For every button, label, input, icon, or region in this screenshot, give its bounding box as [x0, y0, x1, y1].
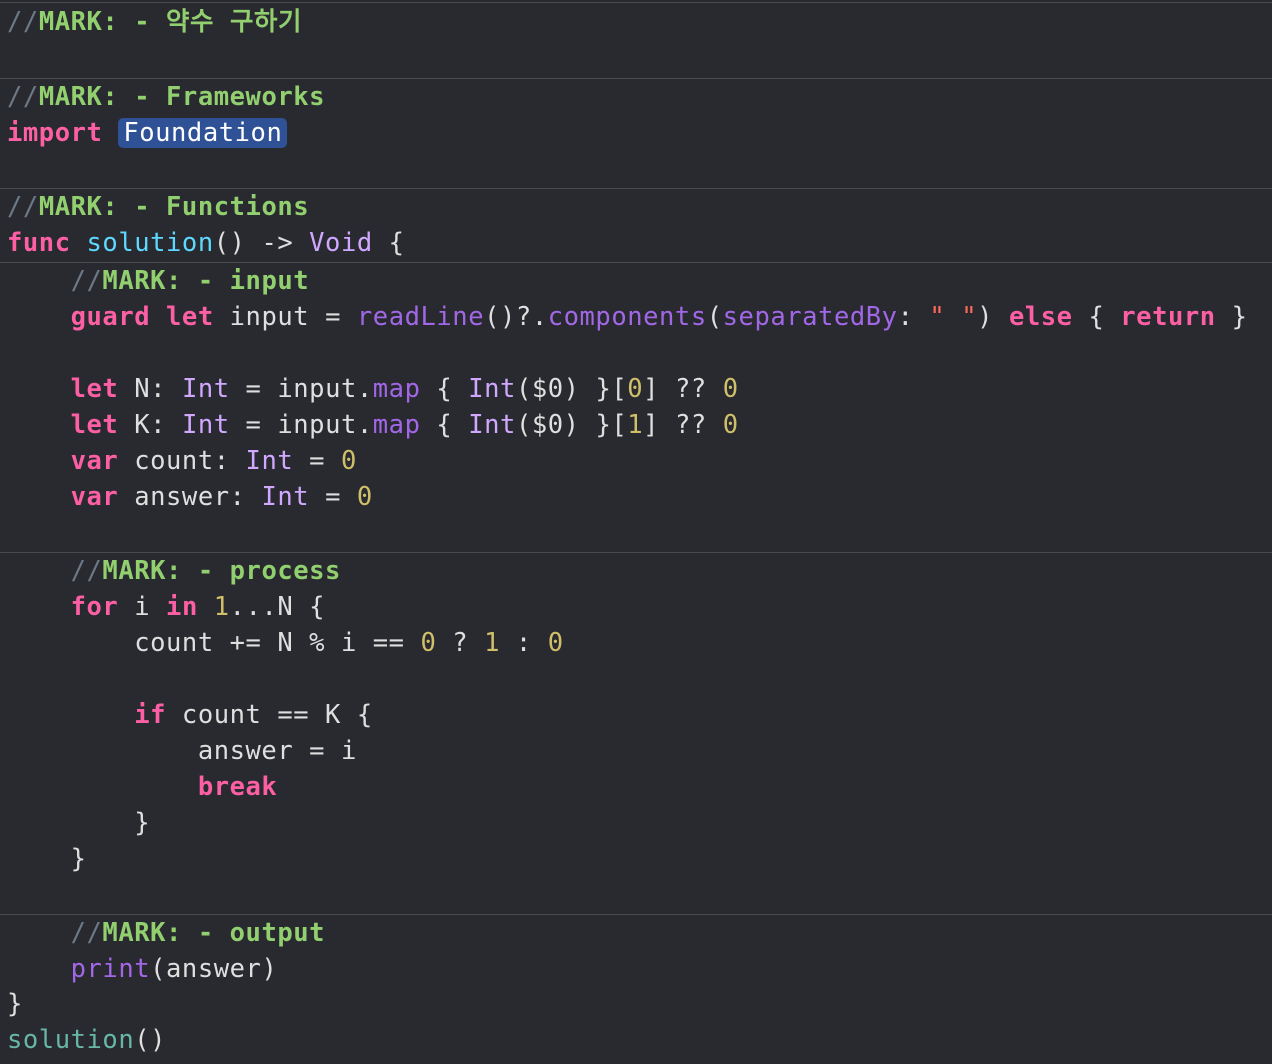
code-line-guard[interactable]: guard let input = readLine()?.components… [7, 299, 1248, 335]
number-literal: 0 [547, 628, 564, 658]
comment-slashes: // [7, 82, 39, 112]
number-literal: 0 [420, 628, 437, 658]
type-int: Int [468, 410, 516, 440]
keyword-func: func [7, 228, 71, 258]
number-literal: 1 [484, 628, 500, 658]
code-line-import[interactable]: import Foundation [7, 115, 288, 151]
keyword-return: return [1120, 302, 1216, 332]
keyword-in: in [166, 592, 198, 622]
call-map: map [372, 410, 421, 440]
keyword-let: let [70, 410, 119, 440]
number-literal: 0 [356, 482, 373, 512]
number-literal: 0 [722, 410, 739, 440]
code-line-count-update[interactable]: count += N % i == 0 ? 1 : 0 [7, 625, 564, 661]
return-type: Void [309, 228, 373, 258]
code-line-answer-assign[interactable]: answer = i [7, 733, 357, 769]
comment-slashes: // [7, 192, 39, 222]
code-line-break[interactable]: break [7, 769, 277, 805]
call-solution: solution [7, 1025, 135, 1055]
type-int: Int [468, 374, 516, 404]
code-line-mark-title[interactable]: //MARK: - 약수 구하기 [7, 4, 302, 40]
keyword-for: for [70, 592, 119, 622]
number-literal: 1 [213, 592, 230, 622]
comment-slashes: // [70, 266, 103, 296]
code-line-print[interactable]: print(answer) [7, 951, 277, 987]
mark-comment: MARK: - 약수 구하기 [38, 7, 302, 37]
number-literal: 0 [722, 374, 739, 404]
type-int: Int [181, 410, 230, 440]
keyword-else: else [1008, 302, 1073, 332]
number-literal: 0 [340, 446, 357, 476]
keyword-guard: guard [70, 302, 151, 332]
code-line-mark-functions[interactable]: //MARK: - Functions [7, 189, 309, 225]
code-line-close-if[interactable]: } [7, 805, 150, 841]
code-line-close-func[interactable]: } [7, 986, 23, 1022]
comment-slashes: // [7, 7, 39, 37]
type-int: Int [245, 446, 294, 476]
keyword-if: if [134, 700, 167, 730]
mark-comment: MARK: - input [102, 266, 310, 296]
param-label: separatedBy [722, 302, 898, 332]
call-print: print [70, 954, 151, 984]
string-literal: " " [929, 302, 978, 332]
selected-module-name[interactable]: Foundation [118, 118, 288, 148]
code-line-func-decl[interactable]: func solution() -> Void { [7, 225, 405, 261]
comment-slashes: // [70, 918, 103, 948]
comment-slashes: // [70, 556, 103, 586]
call-map: map [372, 374, 421, 404]
code-editor[interactable]: //MARK: - 약수 구하기 //MARK: - Frameworks im… [0, 0, 1272, 1064]
mark-comment: MARK: - output [102, 918, 326, 948]
code-line-let-n[interactable]: let N: Int = input.map { Int($0) }[0] ??… [7, 371, 739, 407]
line-separator [0, 2, 1272, 3]
keyword-break: break [197, 772, 278, 802]
code-line-for[interactable]: for i in 1...N { [7, 589, 325, 625]
mark-comment: MARK: - Functions [38, 192, 310, 222]
code-line-close-for[interactable]: } [7, 841, 87, 877]
keyword-var: var [70, 482, 119, 512]
number-literal: 1 [627, 410, 644, 440]
keyword-var: var [70, 446, 119, 476]
keyword-let: let [166, 302, 214, 332]
code-line-mark-process[interactable]: //MARK: - process [7, 553, 341, 589]
type-int: Int [261, 482, 310, 512]
code-line-if[interactable]: if count == K { [7, 697, 373, 733]
code-line-let-k[interactable]: let K: Int = input.map { Int($0) }[1] ??… [7, 407, 739, 443]
call-readline: readLine [356, 302, 485, 332]
code-line-var-count[interactable]: var count: Int = 0 [7, 443, 357, 479]
keyword-let: let [70, 374, 119, 404]
mark-comment: MARK: - Frameworks [38, 82, 326, 112]
code-line-mark-output[interactable]: //MARK: - output [7, 915, 325, 951]
keyword-import: import [7, 118, 103, 148]
code-line-var-answer[interactable]: var answer: Int = 0 [7, 479, 373, 515]
code-line-call[interactable]: solution() [7, 1022, 166, 1058]
call-components: components [547, 302, 707, 332]
code-line-mark-input[interactable]: //MARK: - input [7, 263, 309, 299]
type-int: Int [181, 374, 230, 404]
code-line-mark-frameworks[interactable]: //MARK: - Frameworks [7, 79, 325, 115]
function-name: solution [86, 228, 214, 258]
number-literal: 0 [627, 374, 644, 404]
mark-comment: MARK: - process [102, 556, 341, 586]
